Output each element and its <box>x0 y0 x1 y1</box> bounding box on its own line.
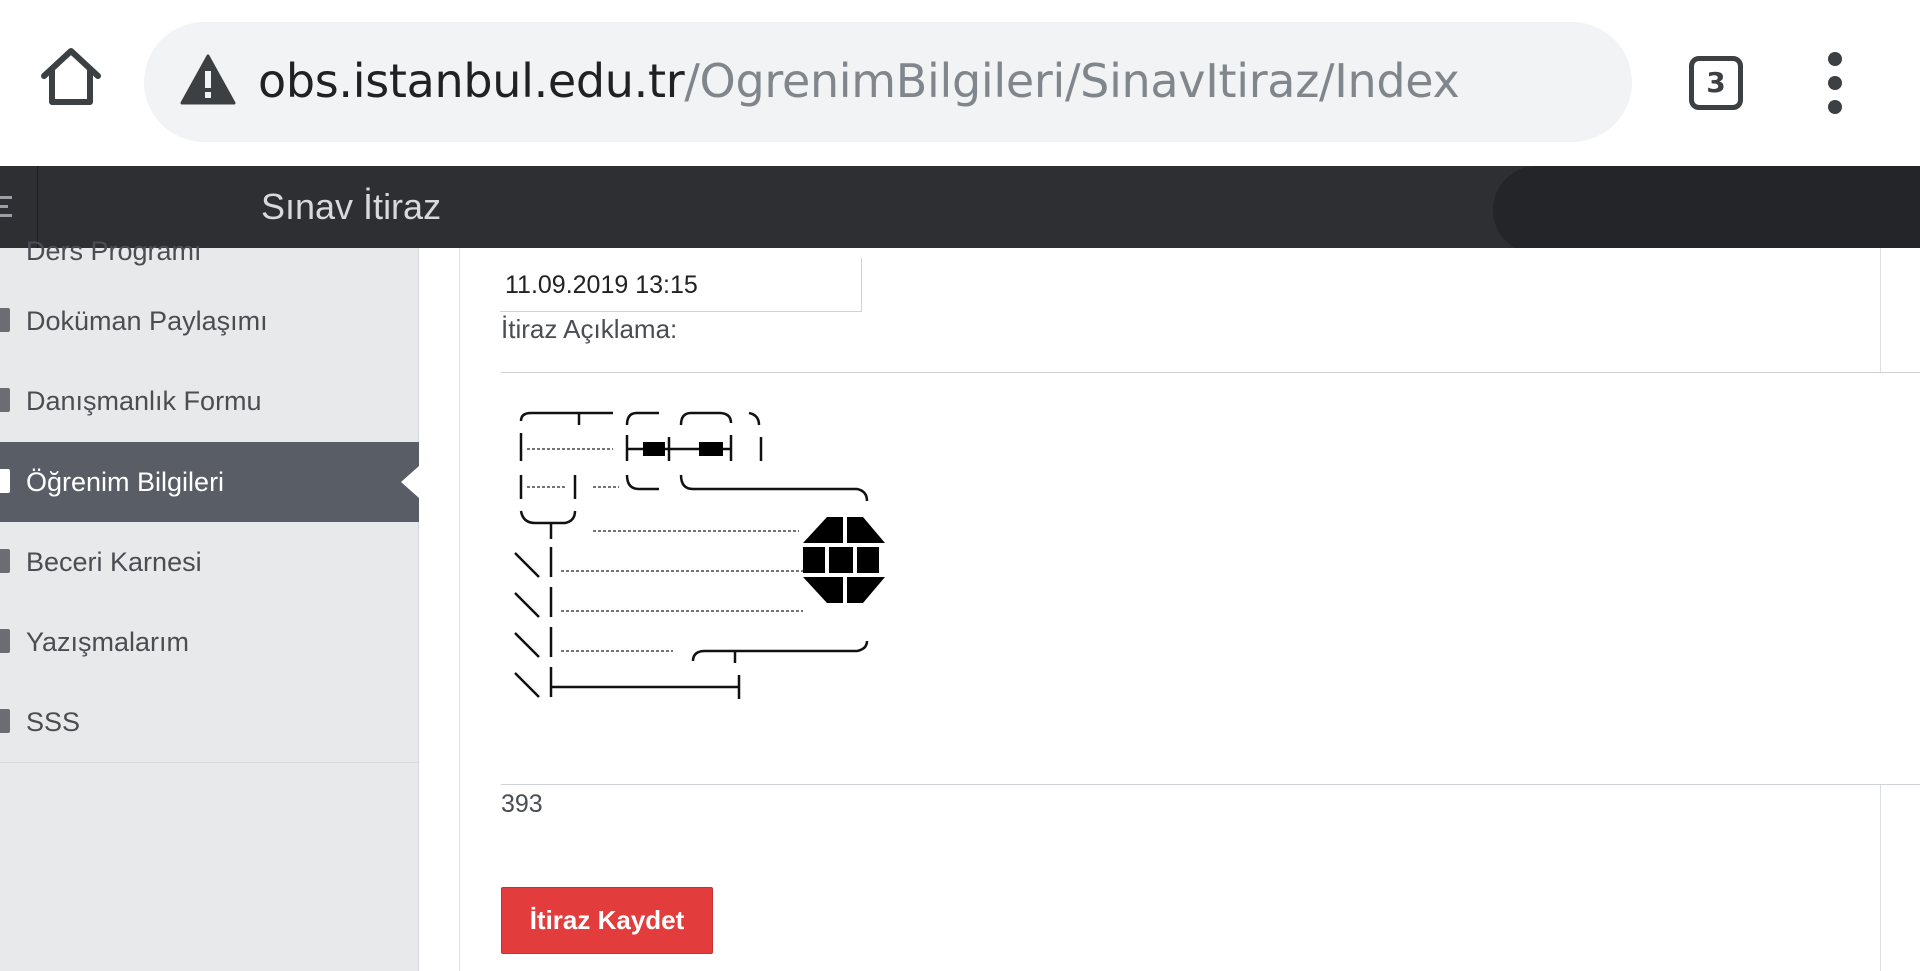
url-path: /OgrenimBilgileri/SinavItiraz/Index <box>684 54 1460 108</box>
sidebar-item-label: SSS <box>26 707 81 737</box>
header-search-area[interactable] <box>1493 166 1920 254</box>
sidebar-item-sss[interactable]: SSS <box>0 682 419 762</box>
active-indicator-icon <box>401 466 419 498</box>
url-host: obs.istanbul.edu.tr <box>258 54 685 108</box>
aciklama-label: İtiraz Açıklama: <box>501 314 678 344</box>
sidebar-item-ogrenim-bilgileri[interactable]: Öğrenim Bilgileri <box>0 442 419 522</box>
sidebar-item-label: Danışmanlık Formu <box>26 386 262 416</box>
sidebar: Ders Programı Doküman Paylaşımı Danışman… <box>0 236 419 971</box>
sidebar-item-dokuman-paylasimi[interactable]: Doküman Paylaşımı <box>0 281 419 361</box>
home-icon[interactable] <box>38 44 104 110</box>
question-icon <box>0 709 10 733</box>
sidebar-item-ders-programi[interactable]: Ders Programı <box>26 236 202 267</box>
list-icon <box>0 388 10 412</box>
sidebar-item-danismanlik-formu[interactable]: Danışmanlık Formu <box>0 361 419 441</box>
exam-date-field[interactable]: 11.09.2019 13:15 <box>500 258 862 312</box>
aciklama-textarea[interactable] <box>501 372 1920 785</box>
sidebar-item-label: Doküman Paylaşımı <box>26 306 268 336</box>
itiraz-kaydet-button[interactable]: İtiraz Kaydet <box>501 887 713 954</box>
sidebar-divider <box>0 762 419 763</box>
book-icon <box>0 549 10 573</box>
chat-icon <box>0 629 10 653</box>
tabs-icon[interactable]: 3 <box>1689 56 1743 110</box>
character-count: 393 <box>501 790 543 818</box>
browser-toolbar: obs.istanbul.edu.tr/OgrenimBilgileri/Sin… <box>0 0 1920 166</box>
sidebar-item-beceri-karnesi[interactable]: Beceri Karnesi <box>0 522 419 602</box>
sidebar-item-yazismalarim[interactable]: Yazışmalarım <box>0 602 419 682</box>
sidebar-item-label: Yazışmalarım <box>26 627 190 657</box>
document-icon <box>0 308 10 332</box>
url-text[interactable]: obs.istanbul.edu.tr/OgrenimBilgileri/Sin… <box>258 48 1460 114</box>
sidebar-item-label: Beceri Karnesi <box>26 547 202 577</box>
sidebar-item-label: Öğrenim Bilgileri <box>26 467 225 497</box>
page-title: Sınav İtiraz <box>261 186 442 227</box>
edit-icon <box>0 469 10 493</box>
panel-border <box>459 248 460 971</box>
warning-icon[interactable] <box>180 54 236 106</box>
address-bar[interactable]: obs.istanbul.edu.tr/OgrenimBilgileri/Sin… <box>144 22 1632 142</box>
more-vert-icon[interactable] <box>1820 52 1850 118</box>
ascii-art-drawing <box>514 411 885 699</box>
app-header: Sınav İtiraz <box>0 166 1920 254</box>
